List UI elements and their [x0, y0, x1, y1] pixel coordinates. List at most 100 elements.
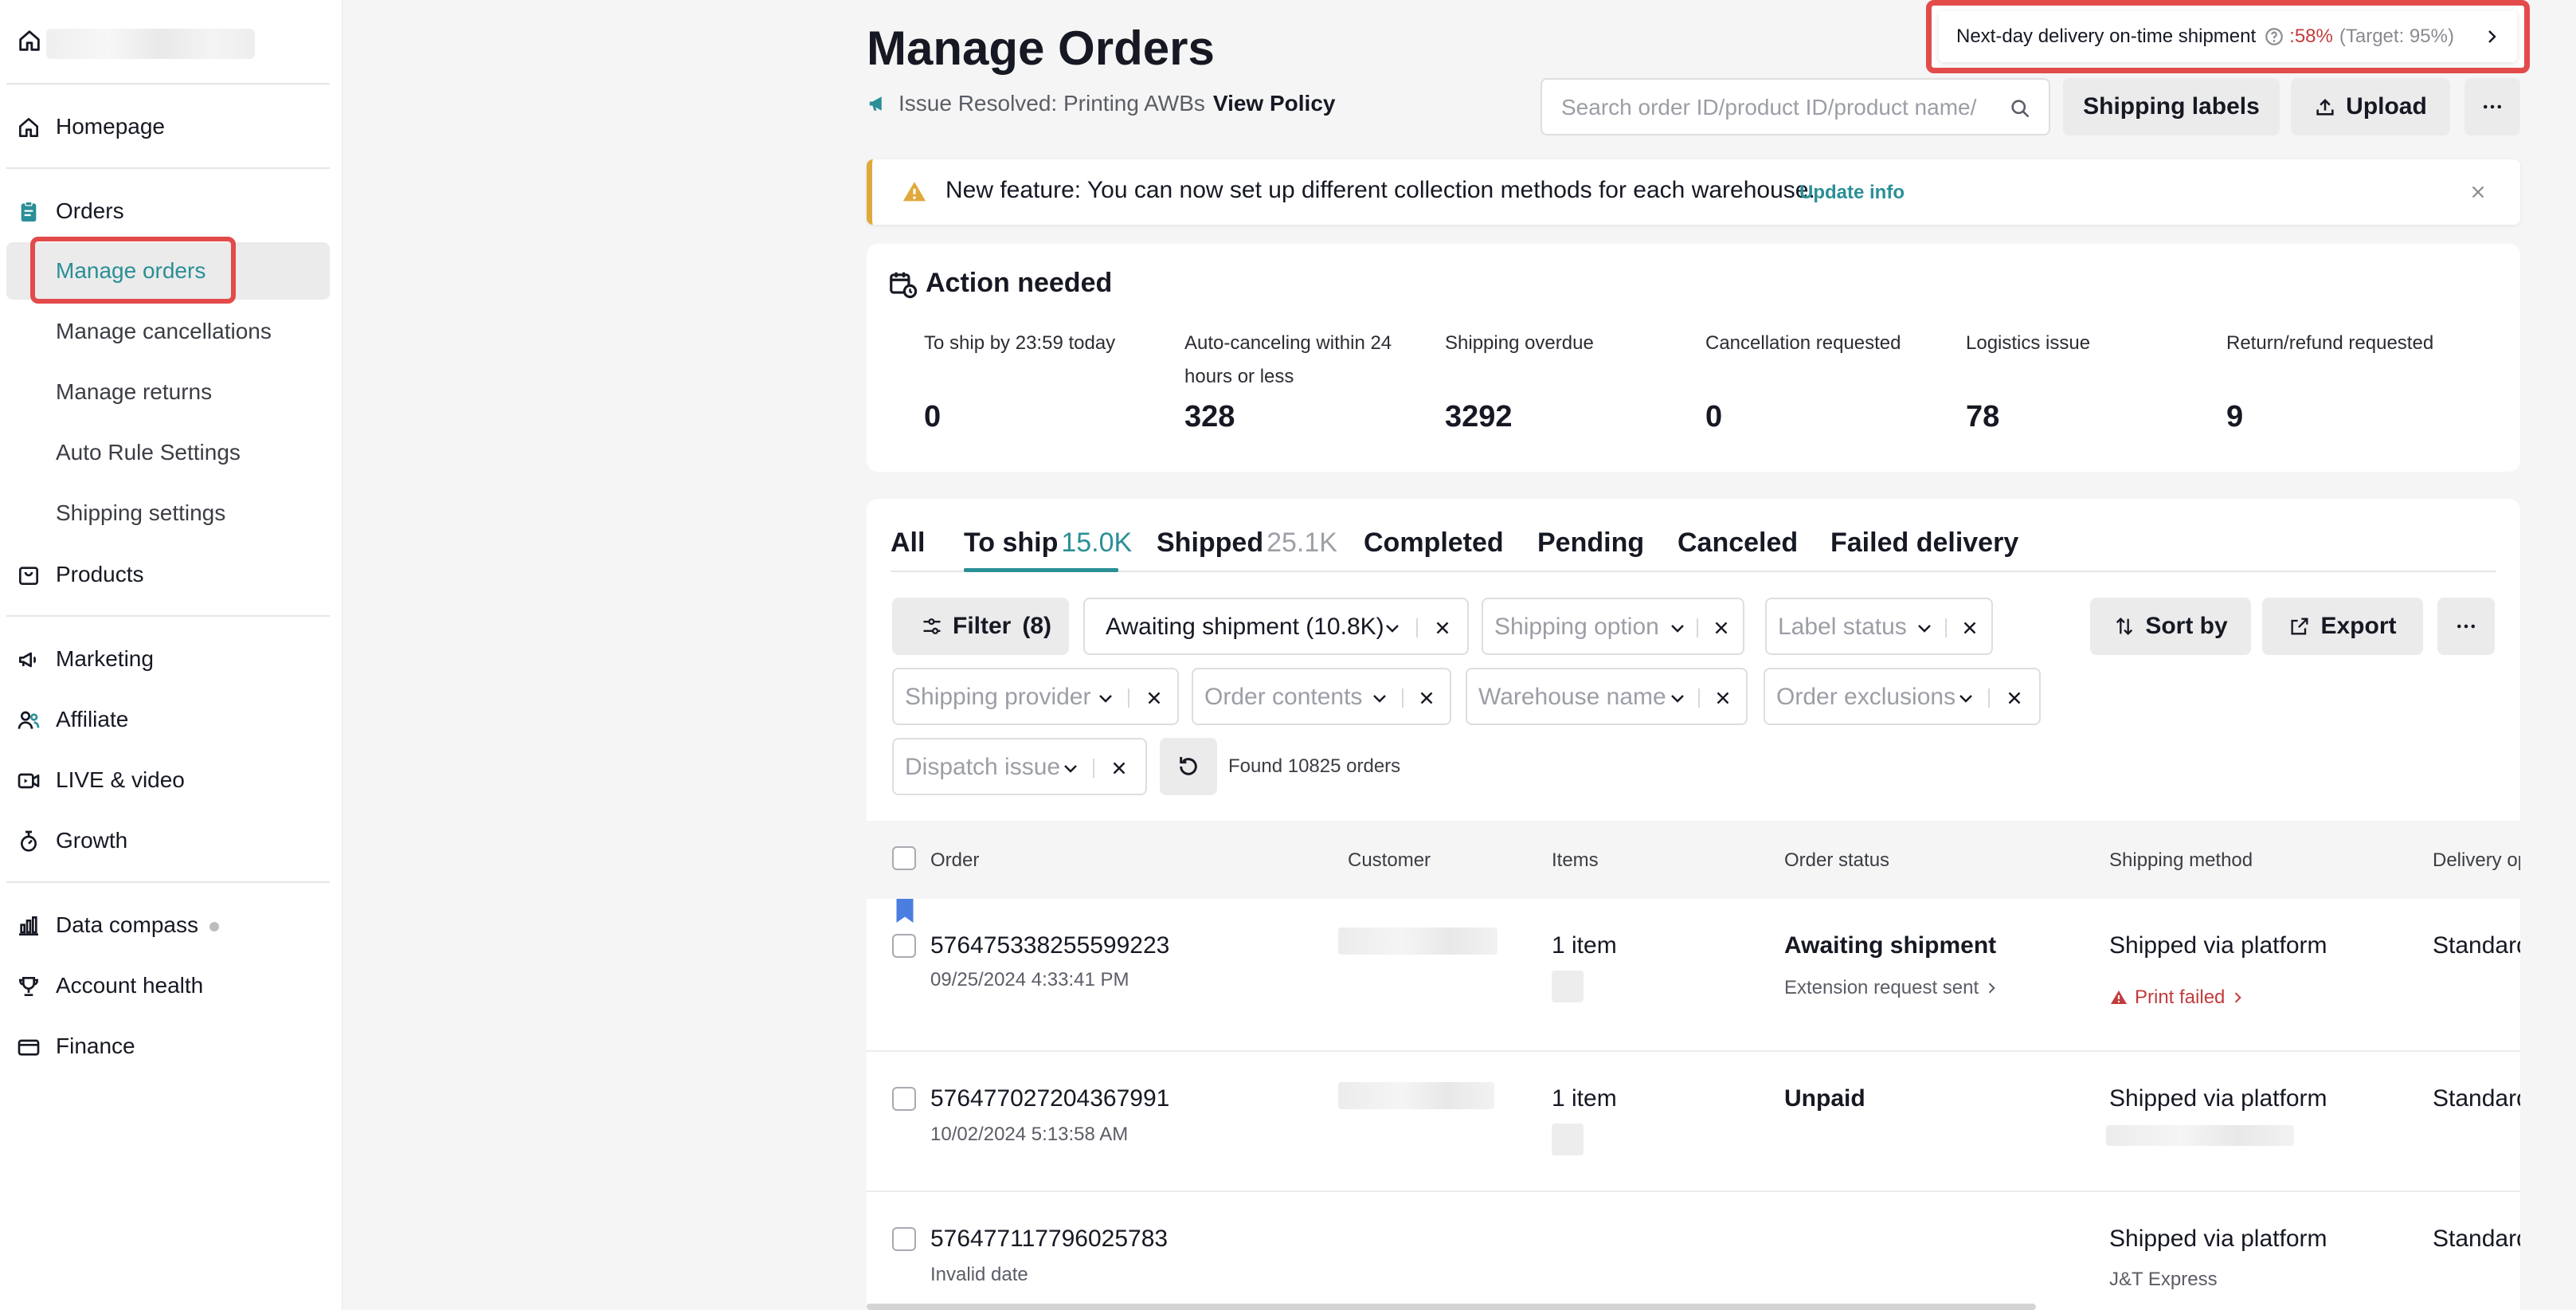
kpi-on-time-shipment[interactable]: Next-day delivery on-time shipment :58% …: [1939, 11, 2517, 62]
order-id[interactable]: 576477027204367991: [930, 1085, 1169, 1112]
product-thumbnail[interactable]: [1552, 971, 1584, 1002]
users-icon: [18, 711, 40, 729]
order-id[interactable]: 576475338255599223: [930, 932, 1169, 959]
shipping-provider: J&T Express: [2109, 1269, 2218, 1290]
shipping-option-filter[interactable]: Shipping option: [1482, 598, 1744, 655]
metric-shipping-overdue[interactable]: Shipping overdue 3292: [1445, 327, 1684, 433]
dispatch-issue-filter[interactable]: Dispatch issue: [892, 738, 1147, 795]
new-dot-indicator: [209, 921, 219, 932]
shipping-method: Shipped via platform: [2109, 1085, 2327, 1112]
tab-shipped[interactable]: Shipped 25.1K: [1157, 528, 1337, 559]
metric-cancellation-requested[interactable]: Cancellation requested 0: [1705, 327, 1944, 433]
orders-found-count: Found 10825 orders: [1228, 755, 1401, 777]
clear-icon[interactable]: [1959, 618, 1980, 638]
reset-filters-button[interactable]: [1160, 738, 1217, 795]
tab-pending[interactable]: Pending: [1537, 528, 1644, 559]
sort-by-button[interactable]: Sort by: [2090, 598, 2251, 655]
metric-to-ship-today[interactable]: To ship by 23:59 today 0: [924, 327, 1163, 433]
shipping-labels-button[interactable]: Shipping labels: [2063, 78, 2280, 135]
update-info-link[interactable]: Update info: [1799, 182, 1905, 204]
view-policy-link[interactable]: View Policy: [1213, 91, 1336, 116]
table-row[interactable]: [867, 1052, 2520, 1192]
megaphone-icon: [869, 96, 882, 111]
highlight-annotation: [30, 237, 236, 304]
row-checkbox[interactable]: [892, 1227, 916, 1251]
sidebar-item-orders[interactable]: Orders: [0, 183, 343, 239]
sidebar-item-account-health[interactable]: Account health: [0, 958, 343, 1014]
sidebar-divider: [6, 615, 330, 617]
label-status-filter[interactable]: Label status: [1765, 598, 1993, 655]
help-icon[interactable]: [2264, 26, 2284, 47]
bookmark-icon[interactable]: [895, 899, 914, 923]
trophy-icon: [18, 977, 39, 996]
chevron-down-icon: [1064, 765, 1077, 773]
column-items: Items: [1552, 849, 1599, 871]
extension-request-link[interactable]: Extension request sent: [1784, 977, 1999, 999]
chevron-down-icon: [1671, 625, 1684, 633]
order-status: Unpaid: [1784, 1085, 1865, 1112]
search-icon[interactable]: [2009, 97, 2031, 120]
horizontal-scrollbar[interactable]: [867, 1304, 2036, 1310]
filter-button[interactable]: Filter (8): [892, 598, 1069, 655]
sidebar-subitem-shipping-settings[interactable]: Shipping settings: [0, 484, 343, 542]
sidebar-item-finance[interactable]: Finance: [0, 1018, 343, 1074]
sidebar-item-marketing[interactable]: Marketing: [0, 631, 343, 687]
tab-to-ship[interactable]: To ship 15.0K: [964, 528, 1132, 559]
order-id[interactable]: 576477117796025783: [930, 1226, 1168, 1253]
row-checkbox[interactable]: [892, 934, 916, 958]
clear-icon[interactable]: [1711, 618, 1732, 638]
sidebar-divider: [6, 167, 330, 169]
order-contents-filter[interactable]: Order contents: [1192, 668, 1451, 725]
shop-header[interactable]: [0, 0, 343, 84]
sidebar-item-live-video[interactable]: LIVE & video: [0, 752, 343, 808]
tab-completed[interactable]: Completed: [1364, 528, 1504, 559]
chevron-right-icon: [2488, 30, 2496, 43]
product-thumbnail[interactable]: [1552, 1124, 1584, 1155]
upload-button[interactable]: Upload: [2291, 78, 2450, 135]
more-icon: [2484, 104, 2501, 109]
order-status-filter[interactable]: Awaiting shipment (10.8K): [1083, 598, 1469, 655]
wallet-icon: [18, 1039, 40, 1056]
warning-icon: [2111, 990, 2127, 1004]
item-count: 1 item: [1552, 932, 1617, 959]
clear-icon[interactable]: [1713, 688, 1733, 708]
sidebar-item-data-compass[interactable]: Data compass: [0, 897, 343, 953]
close-icon[interactable]: [2468, 182, 2488, 202]
tab-failed-delivery[interactable]: Failed delivery: [1830, 528, 2018, 559]
sidebar-subitem-auto-rule-settings[interactable]: Auto Rule Settings: [0, 424, 343, 481]
tab-all[interactable]: All: [891, 528, 925, 559]
print-failed-link[interactable]: Print failed: [2109, 986, 2245, 1009]
warehouse-name-filter[interactable]: Warehouse name: [1466, 668, 1748, 725]
clear-icon[interactable]: [2004, 688, 2025, 708]
sidebar-subitem-label: Shipping settings: [56, 500, 226, 525]
clear-icon[interactable]: [1416, 688, 1437, 708]
metric-logistics-issue[interactable]: Logistics issue 78: [1966, 327, 2205, 433]
order-search[interactable]: [1541, 78, 2050, 135]
tab-canceled[interactable]: Canceled: [1678, 528, 1798, 559]
sidebar-item-growth[interactable]: Growth: [0, 813, 343, 869]
metric-auto-canceling[interactable]: Auto-canceling within 24 hours or less 3…: [1184, 327, 1423, 433]
export-button[interactable]: Export: [2262, 598, 2423, 655]
metric-return-refund-requested[interactable]: Return/refund requested 9: [2226, 327, 2465, 433]
sidebar-subitem-manage-cancellations[interactable]: Manage cancellations: [0, 303, 343, 360]
shipping-provider-filter[interactable]: Shipping provider: [892, 668, 1179, 725]
order-date: Invalid date: [930, 1264, 1028, 1285]
shipping-method: Shipped via platform: [2109, 932, 2327, 959]
search-input[interactable]: [1561, 94, 1991, 121]
more-actions-button[interactable]: [2464, 78, 2520, 135]
sidebar-subitem-manage-returns[interactable]: Manage returns: [0, 363, 343, 421]
clear-icon[interactable]: [1144, 688, 1165, 708]
sidebar-item-products[interactable]: Products: [0, 547, 343, 602]
sidebar-item-homepage[interactable]: Homepage: [0, 99, 343, 155]
order-exclusions-filter[interactable]: Order exclusions: [1764, 668, 2041, 725]
clear-icon[interactable]: [1432, 618, 1453, 638]
row-checkbox[interactable]: [892, 1087, 916, 1111]
more-filter-actions-button[interactable]: [2437, 598, 2495, 655]
clear-icon[interactable]: [1109, 758, 1129, 779]
sidebar-item-affiliate[interactable]: Affiliate: [0, 692, 343, 747]
item-count: 1 item: [1552, 1085, 1617, 1112]
chevron-down-icon: [1918, 625, 1931, 633]
issue-text: Issue Resolved: Printing AWBs: [898, 91, 1205, 116]
select-all-checkbox[interactable]: [892, 846, 916, 870]
sidebar-item-label: Products: [56, 562, 144, 586]
